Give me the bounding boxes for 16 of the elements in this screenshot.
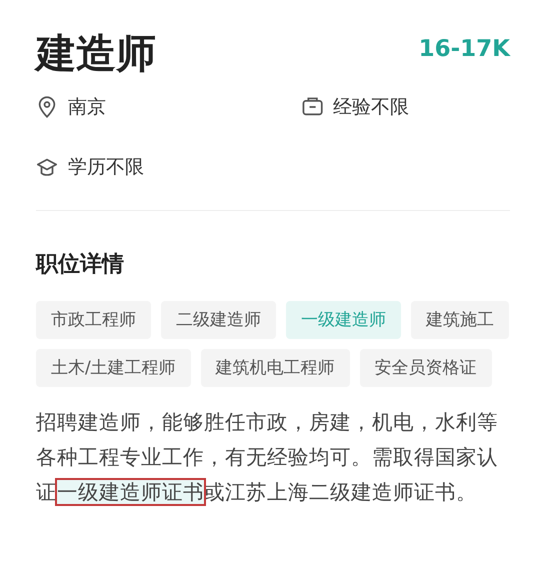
skill-tag[interactable]: 安全员资格证 <box>360 349 492 387</box>
job-requirement: 南京 <box>68 95 106 120</box>
job-requirement: 经验不限 <box>333 95 409 120</box>
job-requirement: 学历不限 <box>68 155 144 180</box>
skill-tag[interactable]: 建筑机电工程师 <box>200 349 350 387</box>
skill-tag[interactable]: 市政工程师 <box>36 301 151 339</box>
location-pin-icon <box>36 96 58 118</box>
job-description: 招聘建造师，能够胜任市政，房建，机电，水利等各种工程专业工作，有无经验均可。需取得国家认证一级建造师证书或江苏上海二级建造师证书。 <box>36 409 499 506</box>
graduation-cap-icon <box>36 156 58 178</box>
salary: 16-17K <box>418 36 510 62</box>
skill-tag[interactable]: 土木/土建工程师 <box>36 349 191 387</box>
section-heading: 职位详情 <box>36 251 125 279</box>
job-title: 建造师 <box>36 30 156 79</box>
briefcase-icon <box>301 96 323 118</box>
skill-tag[interactable]: 建筑施工 <box>411 301 509 339</box>
skill-tag[interactable]: 二级建造师 <box>161 301 276 339</box>
